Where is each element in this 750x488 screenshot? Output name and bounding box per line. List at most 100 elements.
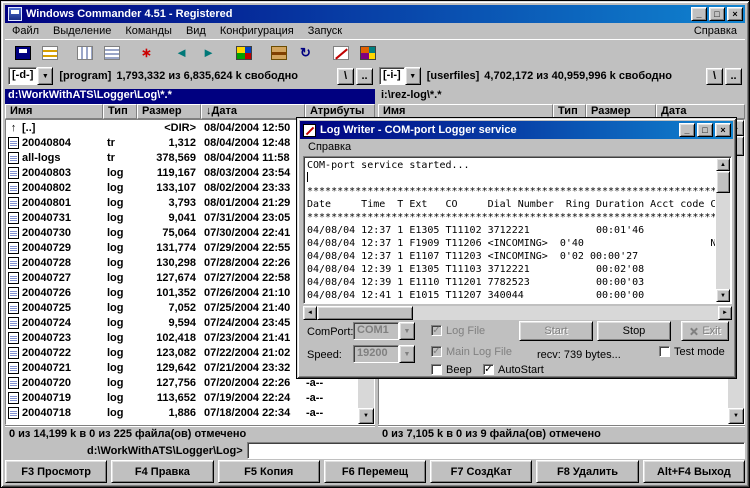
column-header[interactable]: Имя	[5, 104, 103, 119]
scroll-down-icon[interactable]: ▼	[358, 408, 374, 424]
dialog-titlebar[interactable]: Log Writer - COM-port Logger service _ □…	[300, 121, 733, 139]
dialog-menu-item-help[interactable]: Справка	[301, 140, 358, 154]
edit-button[interactable]	[327, 41, 354, 64]
scroll-down-icon[interactable]: ▼	[716, 289, 730, 302]
left-drive-select[interactable]: [-d-] ▼	[8, 67, 53, 85]
tree-button[interactable]	[36, 41, 63, 64]
f4-edit-button[interactable]: F4 Правка	[111, 460, 213, 483]
dialog-minimize-button[interactable]: _	[679, 123, 695, 137]
network-button[interactable]	[230, 41, 257, 64]
file-icon	[8, 272, 19, 284]
menu-item[interactable]: Файл	[5, 24, 46, 38]
file-icon	[8, 332, 19, 344]
column-header[interactable]: Размер	[137, 104, 201, 119]
file-attrs: -a--	[306, 392, 358, 404]
right-drive-select[interactable]: [-i-] ▼	[379, 67, 421, 85]
maximize-button[interactable]: □	[709, 7, 725, 21]
f3-view-button[interactable]: F3 Просмотр	[5, 460, 107, 483]
file-type: log	[104, 332, 138, 344]
dropdown-icon[interactable]: ▼	[405, 67, 421, 85]
file-type: log	[104, 377, 138, 389]
menu-item[interactable]: Запуск	[301, 24, 349, 38]
close-button[interactable]: ×	[727, 7, 743, 21]
log-file-checkbox[interactable]: ✓ Log File	[431, 324, 485, 337]
beep-checkbox[interactable]: ✓ Beep	[431, 363, 472, 376]
dialog-close-button[interactable]: ×	[715, 123, 731, 137]
f5-copy-button[interactable]: F5 Копия	[218, 460, 320, 483]
file-icon	[8, 167, 19, 179]
log-output-area[interactable]: COM-port service started...*************…	[303, 156, 732, 304]
scroll-up-icon[interactable]: ▲	[716, 158, 730, 171]
menu-item[interactable]: Вид	[179, 24, 213, 38]
log-vertical-scrollbar[interactable]: ▲ ▼	[716, 158, 730, 302]
file-icon	[8, 347, 19, 359]
file-row[interactable]: 20040718log1,88607/18/2004 22:34-a--	[6, 405, 358, 420]
right-updir-button[interactable]: ..	[725, 68, 742, 85]
dialog-title: Log Writer - COM-port Logger service	[320, 124, 677, 136]
file-size: 102,418	[138, 332, 202, 344]
comport-select[interactable]: COM1 ▼	[353, 322, 415, 340]
file-name: all-logs	[22, 152, 61, 164]
scroll-thumb[interactable]	[716, 171, 730, 193]
brief-view-button[interactable]	[71, 41, 98, 64]
exit-label: Exit	[702, 325, 720, 337]
file-name-cell: 20040731	[6, 212, 104, 224]
minimize-button[interactable]: _	[691, 7, 707, 21]
comport-label: ComPort:	[307, 326, 353, 338]
app-icon[interactable]	[8, 7, 22, 21]
f6-move-button[interactable]: F6 Перемещ	[324, 460, 426, 483]
left-root-button[interactable]: \	[337, 68, 354, 85]
exit-button[interactable]: Exit	[681, 321, 729, 341]
menu-item[interactable]: Выделение	[46, 24, 118, 38]
dropdown-icon[interactable]: ▼	[37, 67, 53, 85]
file-name-cell: 20040726	[6, 287, 104, 299]
log-horizontal-scrollbar[interactable]: ◄ ►	[303, 306, 732, 320]
menu-item[interactable]: Конфигурация	[213, 24, 301, 38]
checkbox-box: ✓	[431, 325, 442, 336]
test-mode-checkbox[interactable]: ✓ Test mode	[659, 345, 725, 358]
file-type: log	[104, 287, 138, 299]
main-log-file-checkbox[interactable]: ✓ Main Log File	[431, 345, 512, 358]
main-titlebar[interactable]: Windows Commander 4.51 - Registered _ □ …	[5, 5, 745, 23]
checkbox-box: ✓	[659, 346, 670, 357]
start-button[interactable]: Start	[519, 321, 593, 341]
command-input[interactable]	[247, 442, 745, 459]
menu-item-help[interactable]: Справка	[686, 24, 745, 38]
left-path-bar[interactable]: d:\WorkWithATS\Logger\Log\*.*	[5, 89, 375, 104]
autostart-checkbox[interactable]: ✓ AutoStart	[483, 363, 544, 376]
file-row[interactable]: 20040719log113,65207/19/2004 22:24-a--	[6, 390, 358, 405]
select-group-button[interactable]: ∗	[133, 41, 160, 64]
f8-delete-button[interactable]: F8 Удалить	[536, 460, 638, 483]
left-updir-button[interactable]: ..	[356, 68, 373, 85]
scroll-thumb[interactable]	[317, 306, 413, 320]
forward-icon: ►	[201, 46, 217, 60]
right-root-button[interactable]: \	[706, 68, 723, 85]
full-view-button[interactable]	[98, 41, 125, 64]
file-size: 3,793	[138, 197, 202, 209]
toolbar-separator	[257, 41, 265, 64]
file-type: tr	[104, 152, 138, 164]
forward-button[interactable]: ►	[195, 41, 222, 64]
menu-item[interactable]: Команды	[118, 24, 179, 38]
recv-status-text: recv: 739 bytes...	[537, 349, 621, 361]
speed-select[interactable]: 19200 ▼	[353, 345, 415, 363]
dialog-maximize-button[interactable]: □	[697, 123, 713, 137]
file-type: log	[104, 272, 138, 284]
alt-f4-exit-button[interactable]: Alt+F4 Выход	[643, 460, 745, 483]
disk-button[interactable]	[9, 41, 36, 64]
column-header[interactable]: Тип	[103, 104, 137, 119]
stop-button[interactable]: Stop	[597, 321, 671, 341]
pack-button[interactable]	[265, 41, 292, 64]
file-size: 119,167	[138, 167, 202, 179]
scroll-left-icon[interactable]: ◄	[303, 306, 317, 320]
multi-rename-button[interactable]	[354, 41, 381, 64]
dropdown-icon: ▼	[399, 345, 415, 363]
back-button[interactable]: ◄	[168, 41, 195, 64]
file-icon	[8, 137, 19, 149]
scroll-down-icon[interactable]: ▼	[728, 408, 744, 424]
f7-mkdir-button[interactable]: F7 СоздКат	[430, 460, 532, 483]
scroll-right-icon[interactable]: ►	[718, 306, 732, 320]
right-path-bar[interactable]: i:\rez-log\*.*	[378, 89, 745, 104]
refresh-button[interactable]: ↻	[292, 41, 319, 64]
column-header[interactable]: ↓Дата	[201, 104, 305, 119]
